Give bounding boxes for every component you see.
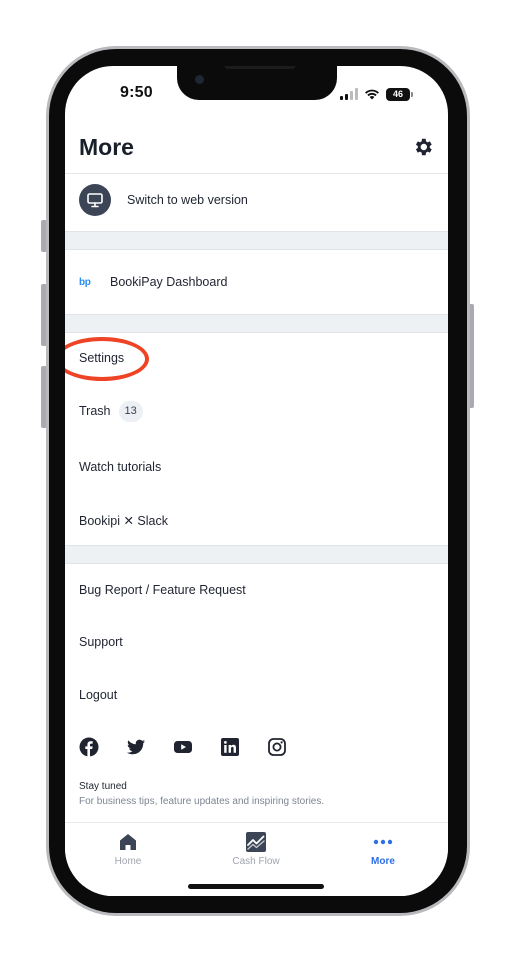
switch-web-version-label: Switch to web version — [127, 193, 248, 207]
bug-report-label: Bug Report / Feature Request — [79, 583, 246, 597]
earpiece-speaker — [225, 66, 295, 69]
trash-count-badge: 13 — [118, 400, 143, 422]
bookipay-logo-icon: bp — [79, 276, 91, 288]
app-screen: 9:50 46 More Switch to web version bp Bo… — [65, 66, 448, 896]
status-icons: 46 — [340, 86, 413, 102]
bug-report-item[interactable]: Bug Report / Feature Request — [65, 570, 448, 610]
logout-label: Logout — [79, 688, 118, 702]
logout-item[interactable]: Logout — [65, 675, 448, 715]
monitor-icon — [79, 184, 111, 216]
support-label: Support — [79, 635, 123, 649]
twitter-icon[interactable] — [126, 737, 146, 757]
watch-tutorials-label: Watch tutorials — [79, 460, 162, 474]
notch — [177, 66, 337, 100]
social-links — [79, 737, 287, 757]
front-camera — [195, 75, 204, 84]
cash-flow-icon — [246, 832, 266, 852]
bookipay-dashboard-item[interactable]: bp BookiPay Dashboard — [65, 262, 448, 302]
tab-cash-flow-label: Cash Flow — [232, 856, 280, 867]
section-separator — [65, 545, 448, 564]
facebook-icon[interactable] — [79, 737, 99, 757]
home-icon — [120, 834, 136, 850]
header-divider — [65, 173, 448, 174]
tab-home-label: Home — [114, 856, 142, 867]
tab-cash-flow[interactable]: Cash Flow — [211, 831, 301, 867]
bookipi-slack-label: Bookipi ✕ Slack — [79, 513, 168, 528]
trash-item[interactable]: Trash 13 — [65, 391, 448, 431]
bookipi-slack-item[interactable]: Bookipi ✕ Slack — [65, 500, 448, 540]
wifi-icon — [365, 89, 379, 100]
instagram-icon[interactable] — [267, 737, 287, 757]
page-title: More — [79, 134, 134, 160]
stay-tuned-title: Stay tuned — [79, 781, 127, 792]
watch-tutorials-item[interactable]: Watch tutorials — [65, 447, 448, 487]
page-header: More — [65, 126, 448, 172]
linkedin-icon[interactable] — [220, 737, 240, 757]
stay-tuned-subtitle: For business tips, feature updates and i… — [79, 796, 325, 807]
more-dots-icon — [373, 839, 393, 845]
support-item[interactable]: Support — [65, 622, 448, 662]
section-separator — [65, 314, 448, 333]
section-separator — [65, 231, 448, 250]
switch-web-version-item[interactable]: Switch to web version — [65, 180, 448, 220]
home-indicator — [188, 884, 324, 889]
trash-label: Trash — [79, 404, 111, 418]
tab-more[interactable]: More — [338, 831, 428, 867]
battery-indicator: 46 — [386, 87, 413, 101]
signal-icon — [340, 88, 358, 100]
tab-more-label: More — [371, 856, 395, 867]
bookipay-dashboard-label: BookiPay Dashboard — [110, 275, 228, 289]
youtube-icon[interactable] — [173, 737, 193, 757]
gear-icon[interactable] — [412, 136, 434, 158]
tab-home[interactable]: Home — [83, 831, 173, 867]
status-time: 9:50 — [120, 84, 153, 101]
